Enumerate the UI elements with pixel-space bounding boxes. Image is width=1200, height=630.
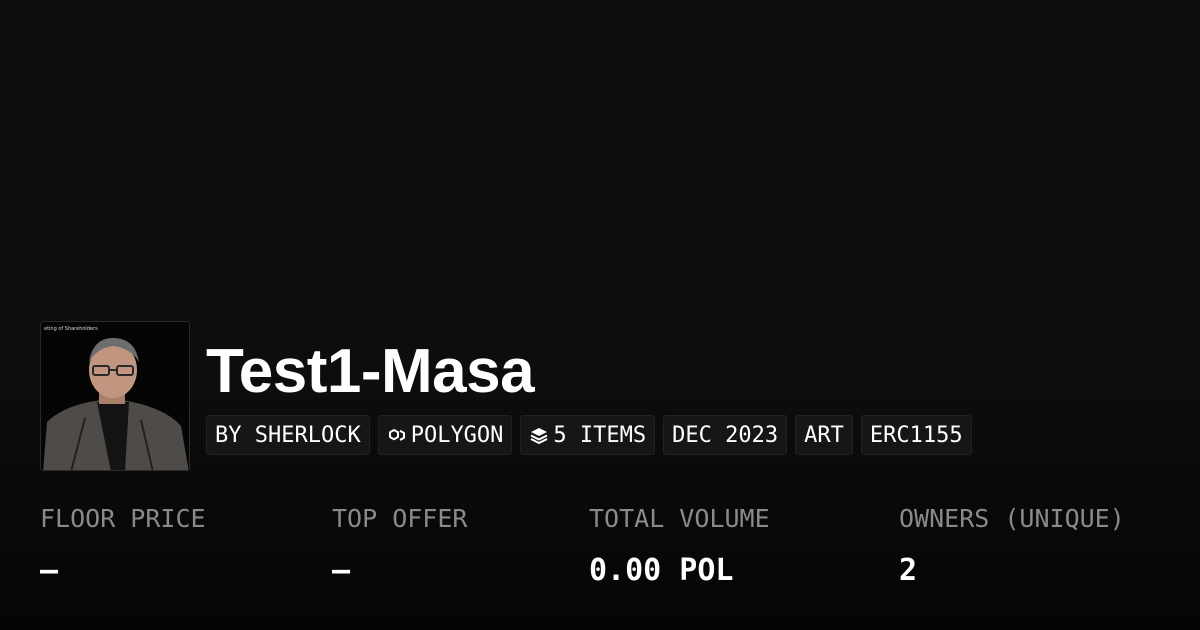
date-tag: DEC 2023 xyxy=(663,415,788,455)
standard-label: ERC1155 xyxy=(869,422,963,448)
total-volume-value: 0.00 POL xyxy=(589,553,734,588)
category-label: ART xyxy=(804,422,844,448)
avatar-caption: eting of Shareholders xyxy=(44,326,98,332)
chain-label: POLYGON xyxy=(410,422,504,448)
collection-tags: BY SHERLOCK POLYGON 5 ITEMS DEC 2023 ART… xyxy=(206,415,972,455)
date-label: DEC 2023 xyxy=(672,422,779,448)
owners-label: OWNERS (UNIQUE) xyxy=(899,504,1125,533)
speaker-photo xyxy=(41,322,189,470)
polygon-icon xyxy=(387,425,407,445)
top-offer-value: – xyxy=(332,553,351,588)
floor-price-label: FLOOR PRICE xyxy=(40,504,206,533)
items-tag[interactable]: 5 ITEMS xyxy=(520,415,656,455)
category-tag[interactable]: ART xyxy=(795,415,853,455)
collection-avatar: eting of Shareholders xyxy=(40,321,190,471)
collection-title: Test1-Masa xyxy=(206,337,535,406)
creator-tag[interactable]: BY SHERLOCK xyxy=(206,415,370,455)
owners-value: 2 xyxy=(899,553,918,588)
standard-tag: ERC1155 xyxy=(860,415,972,455)
creator-label: BY SHERLOCK xyxy=(215,422,361,448)
top-offer-label: TOP OFFER xyxy=(332,504,468,533)
layers-icon xyxy=(529,425,549,445)
floor-price-value: – xyxy=(40,553,59,588)
items-label: 5 ITEMS xyxy=(553,422,647,448)
chain-tag[interactable]: POLYGON xyxy=(377,415,513,455)
total-volume-label: TOTAL VOLUME xyxy=(589,504,770,533)
